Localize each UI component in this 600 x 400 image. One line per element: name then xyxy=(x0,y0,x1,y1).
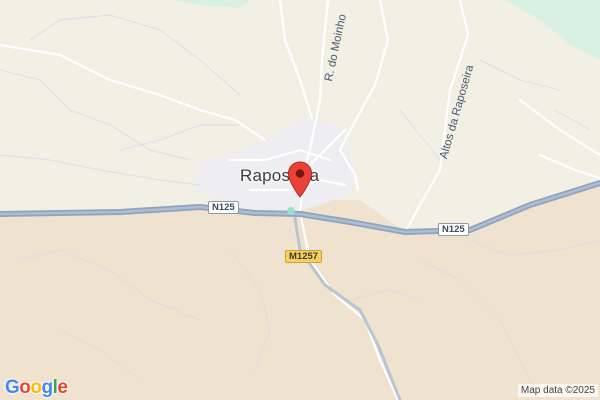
junction-marker xyxy=(287,207,295,215)
urban-area xyxy=(195,118,358,212)
google-logo[interactable]: Google xyxy=(5,377,68,399)
route-shield-m1257: M1257 xyxy=(285,250,323,263)
route-shield-n125: N125 xyxy=(438,223,469,236)
map-attribution[interactable]: Map data ©2025 xyxy=(517,384,598,397)
park-area xyxy=(170,0,250,8)
map-canvas[interactable]: R. do Moinho Altos da Raposeira N125 N12… xyxy=(0,0,600,400)
park-area-right xyxy=(505,0,600,60)
route-shield-n125: N125 xyxy=(208,201,239,214)
map-base xyxy=(0,0,600,400)
map-pin-icon[interactable] xyxy=(287,161,313,199)
